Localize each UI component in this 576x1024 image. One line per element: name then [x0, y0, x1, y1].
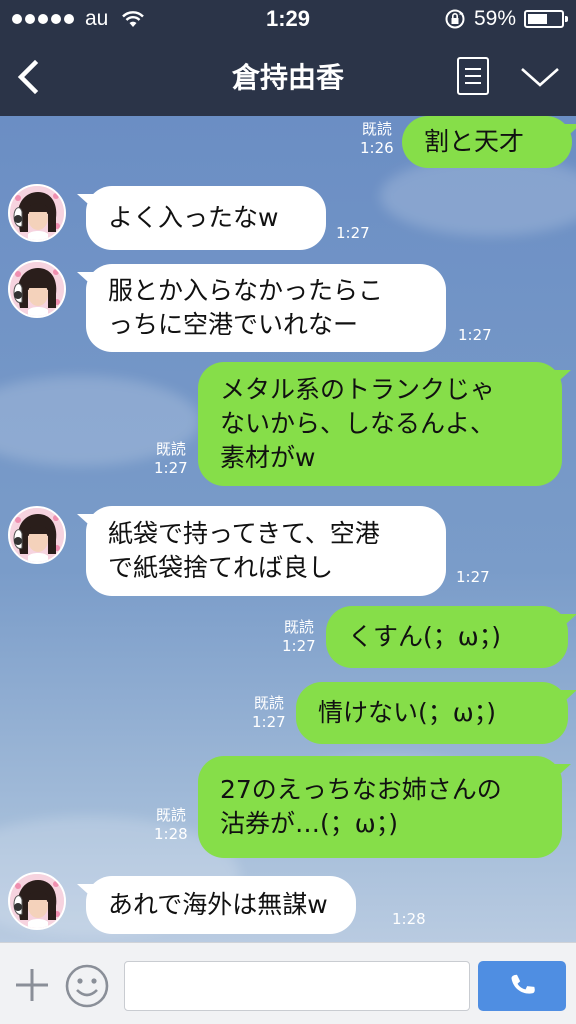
input-bar [0, 942, 576, 1024]
message-text: 27のえっちなお姉さんの [220, 775, 502, 804]
message-text: 沽券が…(；ω；) [220, 809, 398, 838]
message-meta: 1:27 [456, 568, 490, 587]
read-receipt: 既読 [155, 806, 186, 824]
status-right: 59% [444, 7, 568, 30]
message-text: あれで海外は無謀w [108, 890, 328, 919]
read-receipt: 既読 [361, 120, 392, 138]
incoming-message-bubble[interactable]: あれで海外は無謀w [86, 876, 356, 934]
avatar[interactable] [8, 506, 66, 564]
message-meta: 1:28 [392, 910, 426, 929]
status-left: au [12, 7, 145, 30]
avatar[interactable] [8, 260, 66, 318]
nav-bar: 倉持由香 [0, 38, 576, 116]
avatar[interactable] [8, 872, 66, 930]
message-text: ないから、しなるんよ、 [220, 409, 496, 438]
message-text: 割と天才 [424, 127, 525, 156]
message-time: 1:26 [360, 139, 394, 157]
rotation-lock-icon [445, 9, 465, 29]
back-icon[interactable] [10, 55, 50, 99]
status-bar: au 1:29 59% [0, 0, 576, 38]
message-text: 情けない(；ω；) [318, 698, 496, 727]
message-text: っちに空港でいれなー [108, 310, 359, 339]
message-meta: 既読 1:27 [154, 440, 188, 478]
message-input[interactable] [124, 961, 470, 1011]
message-meta: 既読 1:26 [360, 120, 394, 158]
message-meta: 1:27 [336, 224, 370, 243]
message-time: 1:27 [458, 326, 492, 344]
message-meta: 既読 1:27 [282, 618, 316, 656]
call-button[interactable] [478, 961, 566, 1011]
wifi-icon [122, 11, 145, 27]
list-icon[interactable] [456, 56, 490, 96]
message-time: 1:27 [456, 568, 490, 586]
message-time: 1:27 [336, 224, 370, 242]
emoji-icon[interactable] [64, 963, 110, 1009]
message-text: 紙袋で持ってきて、空港 [108, 519, 380, 548]
signal-strength-icon [12, 14, 74, 24]
message-meta: 1:27 [458, 326, 492, 345]
outgoing-message-bubble[interactable]: 27のえっちなお姉さんの 沽券が…(；ω；) [198, 756, 562, 858]
battery-icon [524, 10, 568, 28]
line-chat-screen: au 1:29 59% 倉持由香 割と天才 既読 1:26 よく入ったなw 1:… [0, 0, 576, 1024]
read-receipt: 既読 [253, 694, 284, 712]
outgoing-message-bubble[interactable]: メタル系のトランクじゃ ないから、しなるんよ、 素材がw [198, 362, 562, 486]
plus-icon[interactable] [12, 965, 52, 1005]
battery-percent: 59% [473, 7, 516, 30]
incoming-message-bubble[interactable]: よく入ったなw [86, 186, 326, 250]
message-time: 1:27 [252, 713, 286, 731]
message-list[interactable]: 割と天才 既読 1:26 よく入ったなw 1:27 服とか入らなかったらこ っちに空港でいれ… [0, 116, 576, 942]
read-receipt: 既読 [283, 618, 314, 636]
message-time: 1:28 [392, 910, 426, 928]
message-text: メタル系のトランクじゃ [220, 375, 496, 404]
message-time: 1:27 [154, 459, 188, 477]
message-meta: 既読 1:28 [154, 806, 188, 844]
outgoing-message-bubble[interactable]: くすん(；ω；) [326, 606, 568, 668]
chevron-down-icon[interactable] [518, 61, 562, 91]
carrier-name: au [85, 7, 109, 30]
message-text: で紙袋捨てれば良し [108, 553, 334, 582]
outgoing-message-bubble[interactable]: 情けない(；ω；) [296, 682, 568, 744]
incoming-message-bubble[interactable]: 紙袋で持ってきて、空港 で紙袋捨てれば良し [86, 506, 446, 596]
outgoing-message-bubble[interactable]: 割と天才 [402, 116, 572, 168]
message-time: 1:28 [154, 825, 188, 843]
message-text: 服とか入らなかったらこ [108, 276, 384, 305]
phone-icon [511, 974, 535, 994]
read-receipt: 既読 [155, 440, 186, 458]
avatar[interactable] [8, 184, 66, 242]
message-meta: 既読 1:27 [252, 694, 286, 732]
message-text: くすん(；ω；) [348, 622, 501, 651]
message-time: 1:27 [282, 637, 316, 655]
message-text: よく入ったなw [108, 203, 279, 232]
incoming-message-bubble[interactable]: 服とか入らなかったらこ っちに空港でいれなー [86, 264, 446, 352]
message-text: 素材がw [220, 443, 316, 472]
